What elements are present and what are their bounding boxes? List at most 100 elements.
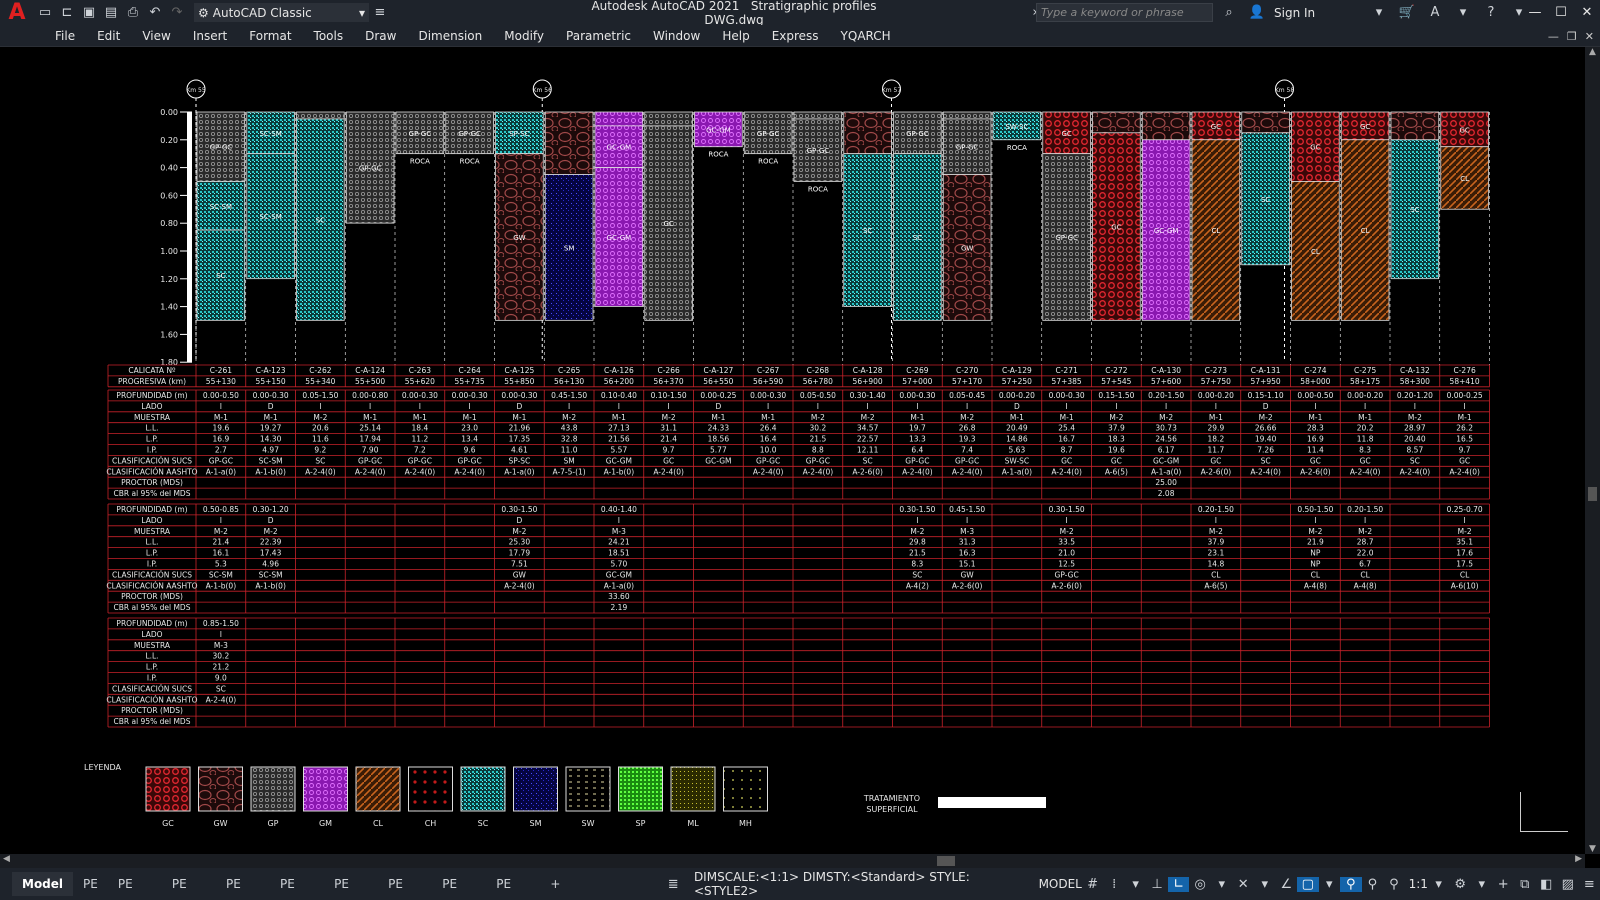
chevron-down-icon[interactable]: ▾ — [1211, 877, 1233, 892]
layout-tab-pe-2-[interactable]: PE (2) — [108, 872, 162, 896]
legend-swatch-gw[interactable] — [198, 766, 243, 812]
scroll-left-icon[interactable]: ◀ — [3, 854, 10, 864]
hardware-acceleration-icon[interactable]: ◧ — [1536, 877, 1558, 892]
menu-help[interactable]: Help — [711, 29, 760, 43]
horizontal-scroll-thumb[interactable] — [937, 856, 955, 866]
layout-tab-pe-7-[interactable]: PE (7) — [378, 872, 432, 896]
annotation-scale-icon[interactable]: ⚲ — [1383, 877, 1405, 892]
annotation-scale-value[interactable]: 1:1 — [1409, 877, 1428, 891]
sign-in-link[interactable]: Sign In — [1274, 6, 1362, 20]
soil-layer-gw[interactable] — [1241, 111, 1290, 134]
horizontal-scrollbar[interactable]: ◀ ▶ — [0, 854, 1585, 868]
legend-swatch-mh[interactable] — [723, 766, 768, 812]
minimize-icon[interactable]: — — [1548, 30, 1559, 43]
workspace-gear-icon[interactable]: ⚙ — [1449, 877, 1471, 892]
chevron-down-icon[interactable]: ▾ — [1125, 877, 1147, 892]
layout-tab-pe-9-[interactable]: PE (9) — [486, 872, 540, 896]
soil-layer-gw[interactable] — [1390, 111, 1440, 141]
user-icon[interactable]: 👤 — [1247, 3, 1267, 23]
tratamiento-swatch[interactable] — [938, 797, 1046, 808]
soil-layer-gw[interactable] — [843, 111, 892, 155]
maximize-icon[interactable]: ☐ — [1548, 0, 1574, 25]
plot-icon[interactable]: ⎙ — [123, 3, 143, 23]
layout-tab-pe[interactable]: PE — [73, 872, 108, 896]
chevron-down-icon[interactable]: ▾ — [1453, 3, 1473, 23]
legend-swatch-ml[interactable] — [670, 766, 716, 812]
legend-swatch-gm[interactable] — [303, 766, 348, 812]
soil-layer-gw[interactable] — [1141, 111, 1191, 141]
annotation-visibility-icon[interactable]: ⚲ — [1340, 876, 1362, 892]
autocad-logo-icon[interactable]: A — [0, 0, 34, 25]
legend[interactable]: LEYENDA GC GW GP GM CL CH SC SM SW SP ML MH TRATAMIEN… — [84, 763, 1046, 828]
scroll-up-icon[interactable]: ▲ — [1585, 47, 1600, 57]
soil-layer-gw[interactable] — [1092, 111, 1141, 134]
close-icon[interactable]: ✕ — [1585, 30, 1594, 43]
redo-icon[interactable]: ↷ — [167, 3, 187, 23]
close-icon[interactable]: ✕ — [1574, 0, 1600, 25]
osnap-icon[interactable]: ▢ — [1297, 876, 1319, 892]
layout-tab-pe-3-[interactable]: PE (3) — [162, 872, 216, 896]
lab-results-table[interactable]: CALICATA Nº PROGRESIVA (km) C-261 C-A-123 C-… — [106, 364, 1490, 728]
search-icon[interactable]: ⌕ — [1219, 3, 1239, 23]
drawing-canvas[interactable]: 0.00 0.20 0.40 0.60 0.80 1.00 1.20 1.40 1.60 1.80… — [0, 47, 1585, 854]
scroll-down-icon[interactable]: ▼ — [1585, 844, 1600, 854]
search-input[interactable]: Type a keyword or phrase — [1036, 3, 1213, 22]
soil-layer-gp[interactable] — [793, 111, 843, 120]
layout-tab-pe-6-[interactable]: PE (6) — [324, 872, 378, 896]
menu-insert[interactable]: Insert — [182, 29, 238, 43]
menu-tools[interactable]: Tools — [303, 29, 355, 43]
legend-swatch-gp[interactable] — [250, 766, 296, 812]
workspace-select[interactable]: ⚙ AutoCAD Classic ▾ — [194, 3, 369, 22]
plus-icon[interactable]: + — [1492, 877, 1514, 892]
soil-layer-gp[interactable] — [644, 111, 693, 127]
drawing-svg[interactable]: 0.000.200.400.600.801.001.201.401.601.80… — [0, 47, 1585, 854]
menu-format[interactable]: Format — [238, 29, 302, 43]
ortho-icon[interactable]: ∟ — [1167, 876, 1190, 892]
menu-yqarch[interactable]: YQARCH — [830, 29, 902, 43]
chevron-down-icon[interactable]: ▾ — [1319, 877, 1341, 892]
menu-express[interactable]: Express — [761, 29, 830, 43]
menu-dimension[interactable]: Dimension — [407, 29, 493, 43]
layout-tab-pe-4-[interactable]: PE (4) — [216, 872, 270, 896]
menu-modify[interactable]: Modify — [493, 29, 555, 43]
layout-tab-model[interactable]: Model — [12, 872, 74, 896]
undo-icon[interactable]: ↶ — [145, 3, 165, 23]
soil-layer-gw[interactable] — [544, 111, 594, 175]
restore-icon[interactable]: ❐ — [1567, 30, 1577, 43]
polar-icon[interactable]: ◎ — [1189, 877, 1211, 892]
chevron-down-icon[interactable]: ▾ — [1471, 877, 1493, 892]
menu-parametric[interactable]: Parametric — [555, 29, 642, 43]
chevron-down-icon[interactable]: ▾ — [1369, 3, 1389, 23]
open-icon[interactable]: ⊏ — [57, 3, 77, 23]
customize-icon[interactable]: ≡ — [370, 3, 390, 23]
legend-swatch-sp[interactable] — [618, 766, 663, 812]
soil-layer-gm[interactable] — [594, 111, 644, 127]
vertical-scroll-thumb[interactable] — [1588, 487, 1597, 501]
model-space-toggle[interactable]: MODEL — [1039, 877, 1082, 891]
soil-layer-gp[interactable] — [942, 111, 992, 120]
legend-swatch-sw[interactable] — [565, 766, 611, 812]
clean-screen-icon[interactable]: ▨ — [1557, 877, 1579, 892]
grid-icon[interactable]: # — [1082, 877, 1104, 892]
legend-swatch-cl[interactable] — [355, 766, 401, 812]
layout-tab-pe-5-[interactable]: PE (5) — [270, 872, 324, 896]
menu-file[interactable]: File — [44, 29, 86, 43]
chevron-down-icon[interactable]: ▾ — [1254, 877, 1276, 892]
layout-tab-pe-8-[interactable]: PE (8) — [432, 872, 486, 896]
layout-tab-add[interactable]: + — [540, 872, 570, 896]
customize-icon[interactable]: ≡ — [1579, 877, 1600, 892]
soil-layer-gp[interactable] — [296, 111, 345, 120]
new-icon[interactable]: ▭ — [35, 3, 55, 23]
legend-swatch-sm[interactable] — [513, 766, 558, 812]
scroll-right-icon[interactable]: ▶ — [1575, 854, 1582, 864]
status-menu-icon[interactable]: ≣ — [662, 877, 684, 892]
infer-icon[interactable]: ⊥ — [1146, 877, 1168, 892]
isodraft-icon[interactable]: ✕ — [1232, 877, 1254, 892]
stratigraphic-profiles[interactable]: 0.000.200.400.600.801.001.201.401.601.80… — [160, 79, 1490, 367]
account-icon[interactable]: A — [1425, 3, 1445, 23]
vertical-scrollbar[interactable]: ▲ ▼ — [1585, 47, 1600, 854]
help-icon[interactable]: ? — [1481, 3, 1501, 23]
snap-icon[interactable]: ⁞ — [1103, 877, 1125, 892]
save-as-icon[interactable]: ▤ — [101, 3, 121, 23]
legend-swatch-gc[interactable] — [145, 766, 191, 812]
